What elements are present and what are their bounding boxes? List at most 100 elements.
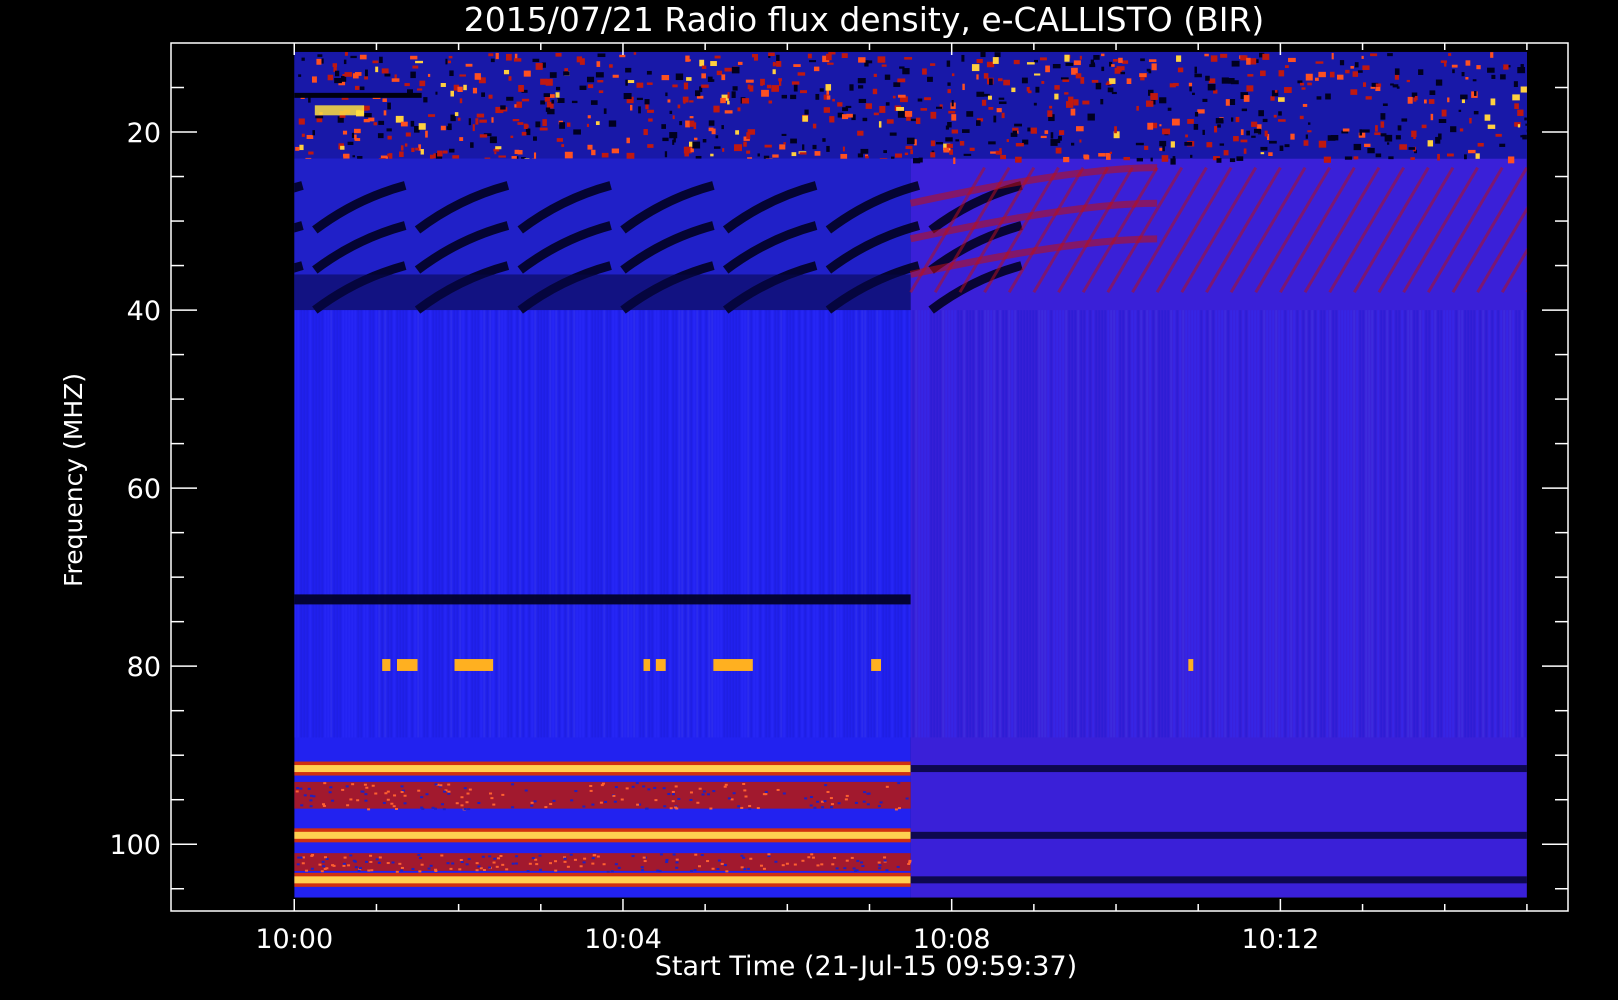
red-band-speck xyxy=(440,803,444,806)
rfi-speck xyxy=(1006,139,1009,143)
rfi-speck xyxy=(347,141,354,146)
red-band-speck xyxy=(563,857,567,860)
y-tick-label: 60 xyxy=(127,474,161,505)
rfi-speck xyxy=(946,143,953,149)
rfi-speck xyxy=(747,129,756,135)
x-tick-label: 10:04 xyxy=(584,924,662,955)
red-band-speck xyxy=(477,865,481,868)
rfi-speck xyxy=(1303,140,1309,146)
rfi-speck xyxy=(1193,123,1199,130)
red-band-speck xyxy=(323,856,327,859)
red-band-speck xyxy=(310,867,314,870)
noise-line xyxy=(975,310,978,738)
rfi-speck xyxy=(350,55,357,59)
rfi-speck xyxy=(342,130,348,135)
noise-line xyxy=(1293,310,1296,738)
rfi-speck xyxy=(503,69,510,75)
red-band-speck xyxy=(329,786,333,789)
red-band-speck xyxy=(697,865,701,868)
rfi-speck xyxy=(1507,156,1515,164)
red-band-speck xyxy=(309,794,313,797)
noise-line xyxy=(300,310,303,738)
noise-line xyxy=(858,310,861,738)
noise-line xyxy=(612,310,615,738)
rfi-speck xyxy=(840,153,848,160)
rfi-speck xyxy=(1106,152,1111,160)
rfi-speck xyxy=(1034,73,1041,76)
noise-line xyxy=(1443,310,1446,738)
rfi-speck xyxy=(988,107,994,110)
rfi-speck xyxy=(1353,143,1362,151)
noise-line xyxy=(609,310,612,738)
rfi-speck xyxy=(1177,67,1184,73)
noise-line xyxy=(1452,310,1455,738)
red-band-speck xyxy=(420,863,424,866)
red-band-speck xyxy=(860,861,864,864)
red-band-speck xyxy=(707,793,711,796)
rfi-speck xyxy=(930,140,936,147)
noise-line xyxy=(747,310,750,738)
rfi-speck xyxy=(1279,145,1284,151)
noise-line xyxy=(873,310,876,738)
noise-line xyxy=(1038,310,1041,738)
rfi-speck xyxy=(1101,53,1105,57)
noise-line xyxy=(360,310,363,738)
rfi-speck xyxy=(474,73,481,80)
noise-line xyxy=(1503,310,1506,738)
noise-line xyxy=(537,310,540,738)
noise-line xyxy=(486,310,489,738)
rfi-speck xyxy=(505,53,512,61)
red-band-speck xyxy=(446,862,450,865)
rfi-speck xyxy=(1290,133,1295,140)
rfi-speck xyxy=(1098,153,1106,157)
red-band-speck xyxy=(866,792,870,795)
rfi-speck xyxy=(1450,126,1457,133)
red-band-speck xyxy=(602,863,606,866)
noise-line xyxy=(1113,310,1116,738)
burst-80mhz xyxy=(655,659,666,671)
red-band-speck xyxy=(908,859,912,862)
rfi-speck xyxy=(879,106,886,113)
rfi-speck xyxy=(1148,59,1157,62)
noise-line xyxy=(294,310,297,738)
red-band-speck xyxy=(658,870,662,873)
noise-line xyxy=(330,310,333,738)
noise-line xyxy=(681,310,684,738)
red-band-speck xyxy=(743,868,747,871)
rfi-speck xyxy=(1170,141,1175,148)
rfi-speck xyxy=(809,60,817,63)
rfi-speck xyxy=(661,124,666,129)
noise-line xyxy=(1266,310,1269,738)
rfi-speck xyxy=(500,105,506,110)
red-band-speck xyxy=(862,800,866,803)
rfi-speck xyxy=(1140,76,1145,81)
noise-line xyxy=(546,310,549,738)
rfi-speck xyxy=(713,105,720,113)
noise-line xyxy=(1371,310,1374,738)
rfi-speck xyxy=(1517,124,1521,128)
rfi-speck xyxy=(992,57,999,64)
noise-line xyxy=(396,310,399,738)
rfi-speck xyxy=(1460,94,1468,100)
rfi-speck xyxy=(1362,129,1370,133)
red-band-speck xyxy=(369,860,373,863)
rfi-speck xyxy=(298,118,305,125)
rfi-speck xyxy=(498,155,506,158)
noise-line xyxy=(783,310,786,738)
red-band-speck xyxy=(538,854,542,857)
noise-line xyxy=(318,310,321,738)
bright-band xyxy=(294,761,911,776)
red-band-speck xyxy=(359,867,363,870)
noise-line xyxy=(327,310,330,738)
noise-line xyxy=(525,310,528,738)
rfi-speck xyxy=(1447,97,1450,103)
rfi-speck xyxy=(488,94,493,99)
rfi-speck xyxy=(1459,128,1464,132)
noise-line xyxy=(312,310,315,738)
noise-line xyxy=(369,310,372,738)
noise-line xyxy=(795,310,798,738)
noise-line xyxy=(444,310,447,738)
red-band-speck xyxy=(345,785,349,788)
noise-line xyxy=(1500,310,1503,738)
rfi-speck xyxy=(601,152,609,158)
